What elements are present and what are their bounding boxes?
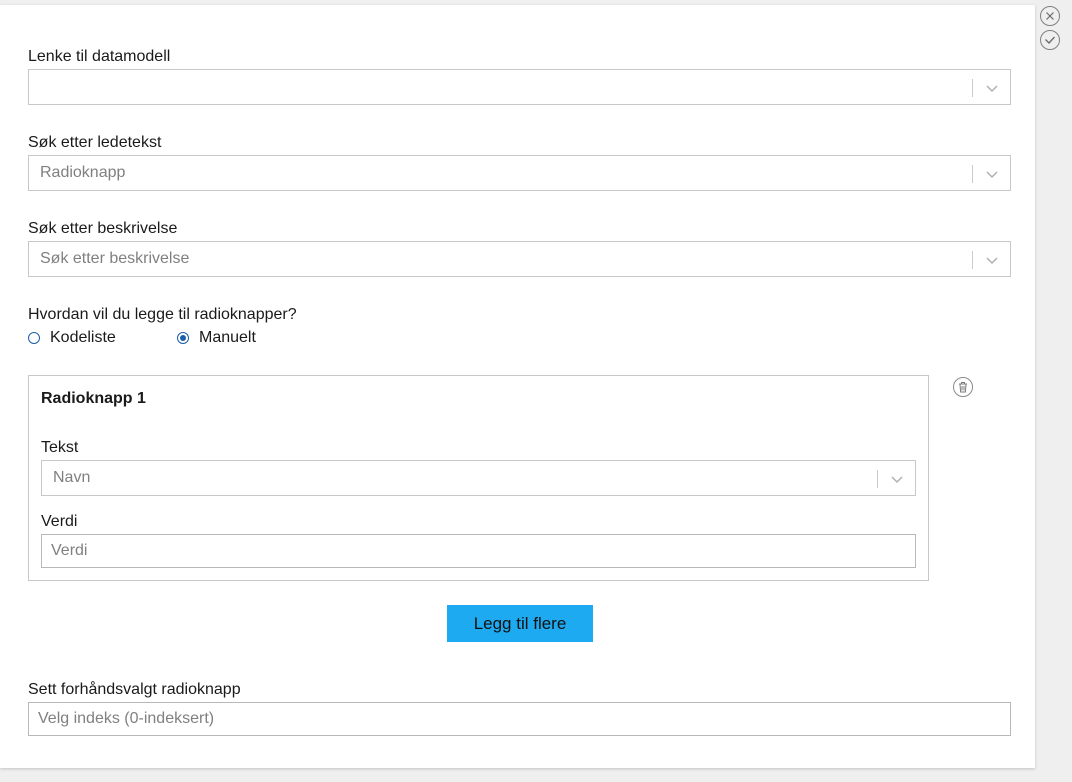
radio-label: Kodeliste: [50, 329, 116, 346]
delete-radio-item-button[interactable]: [953, 377, 973, 397]
chevron-down-icon[interactable]: [984, 253, 1000, 267]
value-input[interactable]: [41, 534, 916, 568]
text-label: Tekst: [41, 439, 79, 456]
ledetekst-select[interactable]: Radioknapp: [28, 155, 1011, 191]
select-separator: [972, 79, 973, 97]
text-select[interactable]: Navn: [41, 460, 916, 496]
select-separator: [972, 251, 973, 269]
chevron-down-icon[interactable]: [889, 472, 905, 486]
ledetekst-label: Søk etter ledetekst: [28, 134, 162, 151]
mode-question: Hvordan vil du legge til radioknapper?: [28, 306, 297, 323]
radio-circle-selected[interactable]: [177, 332, 189, 344]
add-more-button[interactable]: Legg til flere: [447, 605, 593, 642]
radio-option-manuelt[interactable]: Manuelt: [177, 329, 256, 347]
side-actions: [1040, 6, 1062, 54]
close-icon: [1046, 12, 1054, 20]
preselected-index-input[interactable]: [28, 702, 1011, 736]
check-icon: [1045, 36, 1055, 44]
trash-icon: [959, 382, 967, 393]
radio-item-card: Radioknapp 1 Tekst Navn Verdi: [28, 375, 929, 581]
radio-item-title: Radioknapp 1: [41, 390, 146, 407]
beskrivelse-select[interactable]: Søk etter beskrivelse: [28, 241, 1011, 277]
preselected-label: Sett forhåndsvalgt radioknapp: [28, 681, 241, 698]
select-separator: [972, 165, 973, 183]
text-value: Navn: [53, 469, 91, 486]
datamodel-label: Lenke til datamodell: [28, 48, 171, 65]
radio-circle[interactable]: [28, 332, 40, 344]
datamodel-select[interactable]: [28, 69, 1011, 105]
beskrivelse-placeholder: Søk etter beskrivelse: [40, 250, 190, 267]
close-button[interactable]: [1040, 6, 1060, 26]
select-separator: [877, 470, 878, 488]
chevron-down-icon[interactable]: [984, 167, 1000, 181]
chevron-down-icon[interactable]: [984, 81, 1000, 95]
radio-option-kodeliste[interactable]: Kodeliste: [28, 329, 116, 347]
value-label: Verdi: [41, 513, 78, 530]
beskrivelse-label: Søk etter beskrivelse: [28, 220, 178, 237]
radio-label: Manuelt: [199, 329, 256, 346]
confirm-button[interactable]: [1040, 30, 1060, 50]
ledetekst-value: Radioknapp: [40, 164, 126, 181]
